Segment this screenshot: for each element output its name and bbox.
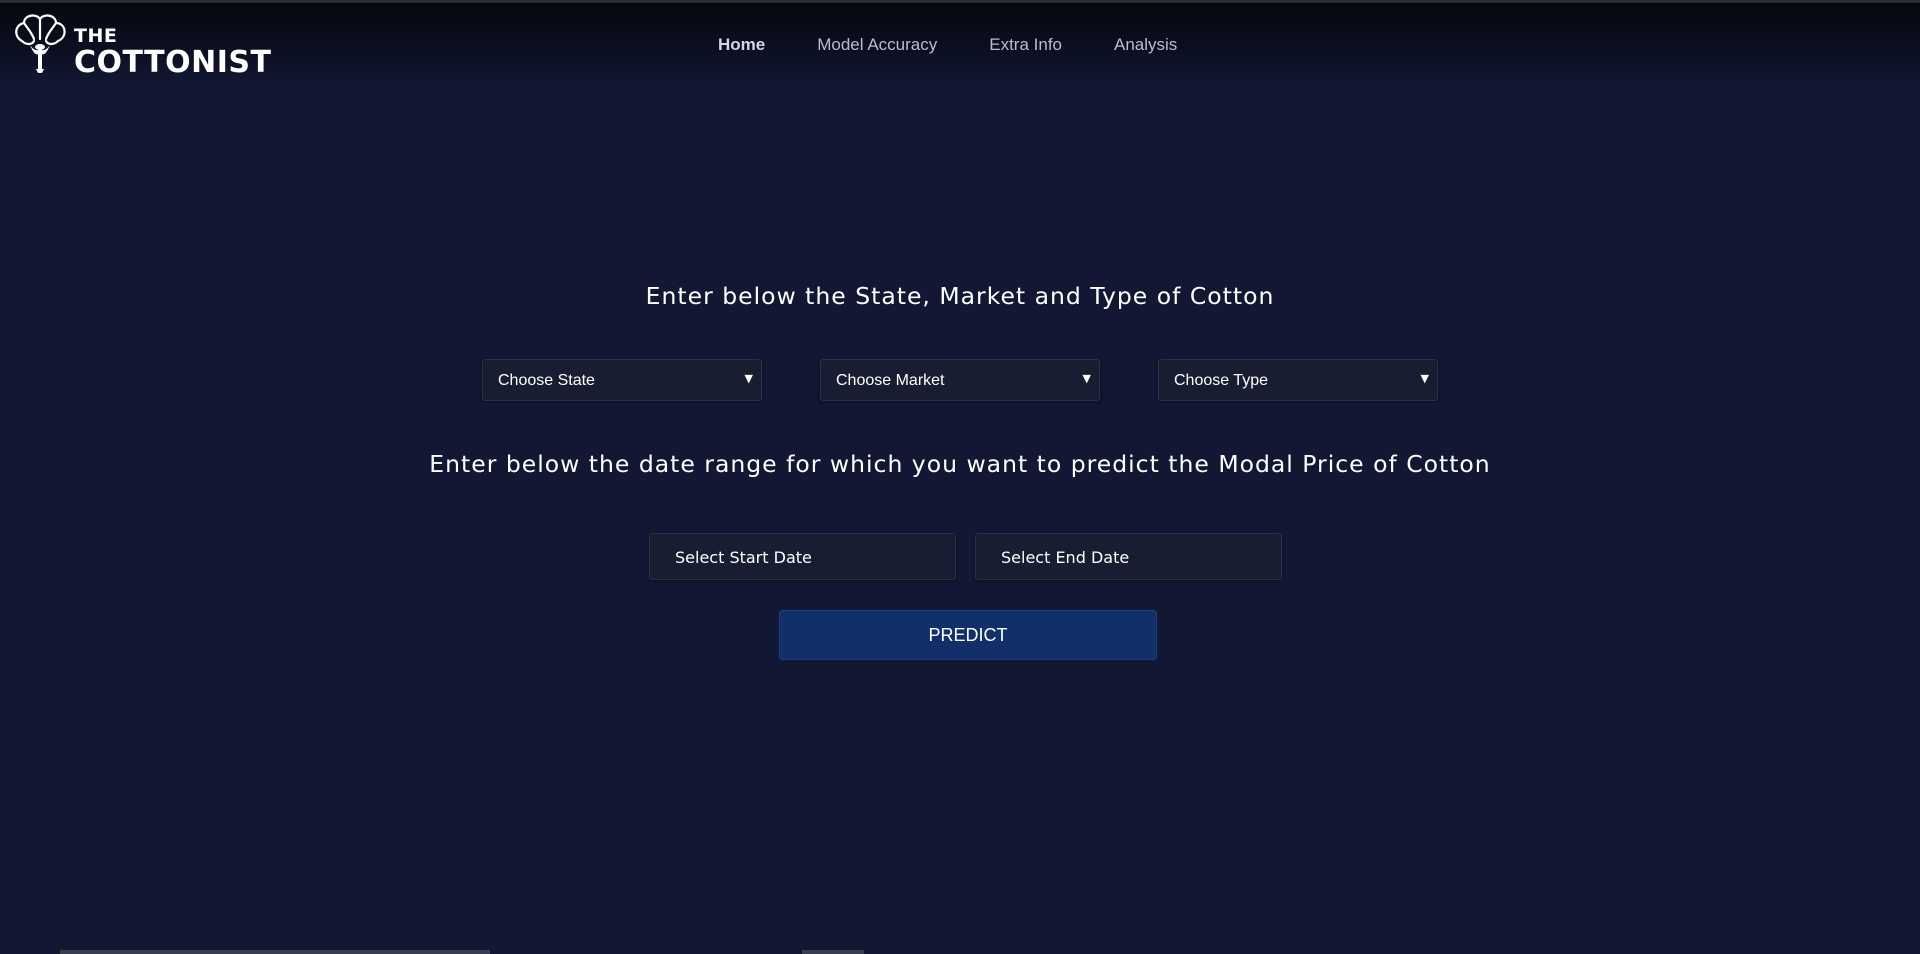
scrollbar-thumb-secondary[interactable] bbox=[802, 950, 864, 954]
type-select-value: Choose Type bbox=[1174, 372, 1268, 389]
chevron-down-icon: ▼ bbox=[1420, 372, 1429, 385]
brand-line1: THE bbox=[74, 25, 118, 47]
nav-model-accuracy[interactable]: Model Accuracy bbox=[817, 35, 937, 55]
selection-heading: Enter below the State, Market and Type o… bbox=[645, 282, 1275, 310]
date-range-heading: Enter below the date range for which you… bbox=[429, 450, 1491, 478]
main-nav: Home Model Accuracy Extra Info Analysis bbox=[718, 35, 1229, 55]
end-date-placeholder: Select End Date bbox=[1001, 548, 1130, 567]
scrollbar-thumb[interactable] bbox=[60, 950, 490, 954]
brand-name: THE COTTONIST bbox=[74, 27, 271, 78]
brand-logo[interactable]: THE COTTONIST bbox=[12, 11, 272, 83]
state-select-value: Choose State bbox=[498, 372, 595, 389]
end-date-field[interactable]: Select End Date bbox=[975, 533, 1282, 580]
header: THE COTTONIST Home Model Accuracy Extra … bbox=[0, 3, 1920, 85]
start-date-placeholder: Select Start Date bbox=[675, 548, 812, 567]
page: THE COTTONIST Home Model Accuracy Extra … bbox=[0, 0, 1920, 954]
brand-line2: COTTONIST bbox=[74, 45, 272, 80]
market-select-value: Choose Market bbox=[836, 372, 945, 389]
nav-home[interactable]: Home bbox=[718, 35, 765, 55]
type-select[interactable]: Choose Type ▼ bbox=[1158, 359, 1438, 401]
state-select[interactable]: Choose State ▼ bbox=[482, 359, 762, 401]
nav-extra-info[interactable]: Extra Info bbox=[989, 35, 1062, 55]
cotton-flower-icon bbox=[15, 14, 66, 73]
nav-analysis[interactable]: Analysis bbox=[1114, 35, 1177, 55]
chevron-down-icon: ▼ bbox=[744, 372, 753, 385]
chevron-down-icon: ▼ bbox=[1082, 372, 1091, 385]
predict-button[interactable]: PREDICT bbox=[779, 610, 1157, 660]
market-select[interactable]: Choose Market ▼ bbox=[820, 359, 1100, 401]
start-date-field[interactable]: Select Start Date bbox=[649, 533, 956, 580]
